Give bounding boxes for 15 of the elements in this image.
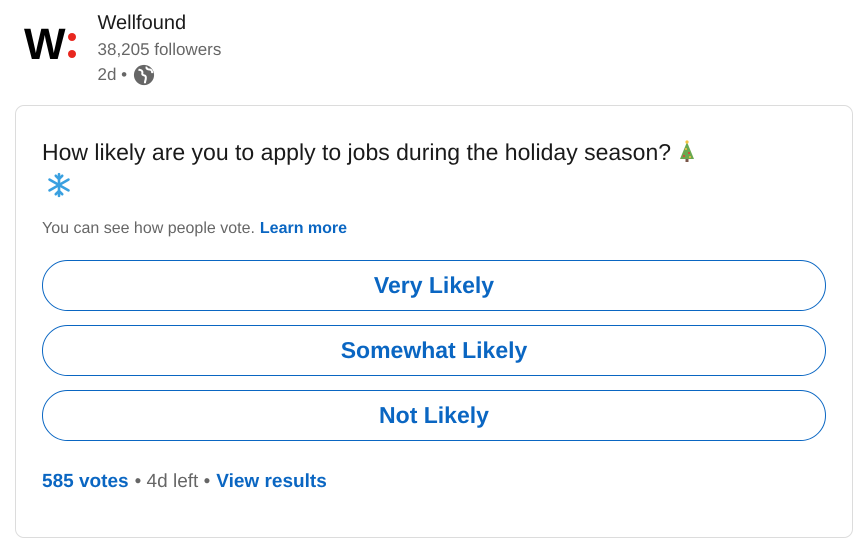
vote-count-link[interactable]: 585 votes [42,471,129,493]
view-results-link[interactable]: View results [216,471,327,493]
poll-option[interactable]: Somewhat Likely [42,325,826,376]
time-left: • 4d left • [134,471,210,493]
learn-more-link[interactable]: Learn more [260,220,348,237]
post-age: 2d • [98,64,128,86]
poll-option[interactable]: Very Likely [42,260,826,311]
snowflake-icon [46,172,72,198]
follower-count: 38,205 followers [98,39,222,61]
globe-icon [133,64,156,86]
poll-question: How likely are you to apply to jobs during the holiday season? [42,139,672,165]
vote-visibility-note: You can see how people vote. [42,220,255,237]
company-name[interactable]: Wellfound [98,10,222,36]
company-logo[interactable]: W [24,28,76,62]
poll-option[interactable]: Not Likely [42,390,826,441]
